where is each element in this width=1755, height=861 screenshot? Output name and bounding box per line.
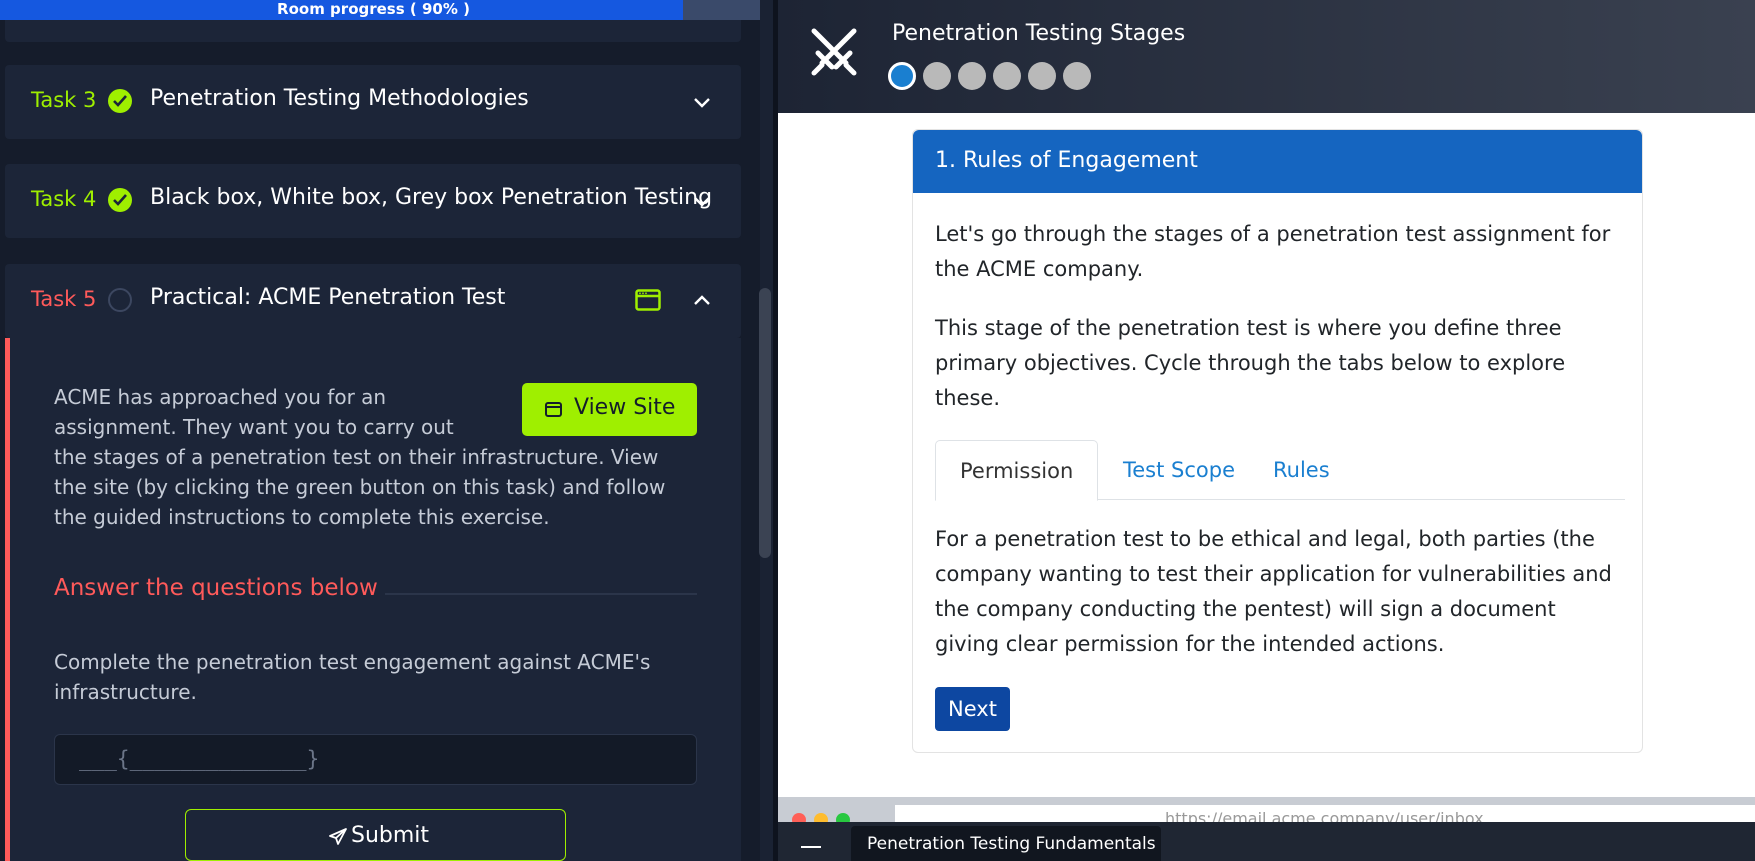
question-text: Complete the penetration test engagement…	[54, 650, 651, 704]
task-number: Task 4	[31, 187, 97, 211]
browser-window-icon[interactable]	[635, 289, 661, 311]
check-circle-icon	[108, 89, 132, 113]
room-progress-label: Room progress ( 90% )	[277, 0, 470, 18]
crossed-swords-icon	[811, 28, 857, 76]
minimize-icon[interactable]	[801, 846, 821, 848]
task-panel: Room progress ( 90% ) Task 3 Penetration…	[0, 0, 760, 861]
tab-bar: Permission Test Scope Rules	[935, 440, 1625, 501]
submit-button[interactable]: Submit	[185, 809, 566, 861]
site-title: Penetration Testing Stages	[892, 21, 1186, 46]
task-number: Task 3	[31, 88, 97, 112]
room-progress-bar: Room progress ( 90% )	[0, 0, 760, 20]
step-dot-3[interactable]	[958, 62, 986, 90]
task-accent-bar	[5, 338, 10, 861]
stage-card: 1. Rules of Engagement Let's go through …	[912, 129, 1643, 753]
site-panel: Penetration Testing Stages 1. Rules of E…	[778, 0, 1755, 861]
task-title: Practical: ACME Penetration Test	[150, 285, 506, 310]
step-dot-1[interactable]	[888, 62, 916, 90]
chevron-down-icon[interactable]	[692, 191, 712, 211]
tab-rules[interactable]: Rules	[1249, 440, 1354, 500]
site-header: Penetration Testing Stages	[778, 0, 1755, 113]
incomplete-circle-icon	[108, 288, 132, 312]
view-site-label: View Site	[574, 395, 676, 420]
task-number: Task 5	[31, 287, 97, 311]
tab-test-scope[interactable]: Test Scope	[1099, 440, 1259, 500]
submit-label: Submit	[351, 823, 430, 848]
view-site-button[interactable]: View Site	[522, 383, 697, 436]
task-5-content: ACME has approached you for an assignmen…	[5, 338, 741, 861]
chevron-up-icon[interactable]	[692, 291, 712, 311]
task-card-5[interactable]: Task 5 Practical: ACME Penetration Test	[5, 264, 741, 338]
check-circle-icon	[108, 188, 132, 212]
next-button[interactable]: Next	[935, 687, 1010, 731]
taskbar: Penetration Testing Fundamentals	[778, 822, 1755, 861]
answer-heading: Answer the questions below	[54, 575, 378, 601]
send-icon	[329, 828, 347, 845]
step-dot-2[interactable]	[923, 62, 951, 90]
heading-divider	[385, 593, 697, 595]
answer-input[interactable]: ___{______________}	[54, 734, 697, 785]
task-card-4[interactable]: Task 4 Black box, White box, Grey box Pe…	[5, 164, 741, 238]
task-card-previous	[5, 20, 741, 42]
tab-content: For a penetration test to be ethical and…	[935, 527, 1612, 656]
step-dot-4[interactable]	[993, 62, 1021, 90]
step-dot-6[interactable]	[1063, 62, 1091, 90]
taskbar-tab[interactable]: Penetration Testing Fundamentals	[851, 826, 1161, 861]
scrollbar-thumb[interactable]	[759, 288, 771, 558]
task-title: Penetration Testing Methodologies	[150, 86, 529, 111]
chevron-down-icon[interactable]	[692, 92, 712, 112]
intro-paragraph: Let's go through the stages of a penetra…	[935, 222, 1611, 281]
stage-title: 1. Rules of Engagement	[913, 130, 1642, 193]
task-card-3[interactable]: Task 3 Penetration Testing Methodologies	[5, 65, 741, 139]
task-title: Black box, White box, Grey box Penetrati…	[150, 185, 713, 210]
browser-window-icon	[545, 402, 562, 417]
step-dot-5[interactable]	[1028, 62, 1056, 90]
tab-permission[interactable]: Permission	[935, 440, 1099, 501]
objectives-paragraph: This stage of the penetration test is wh…	[935, 316, 1566, 410]
